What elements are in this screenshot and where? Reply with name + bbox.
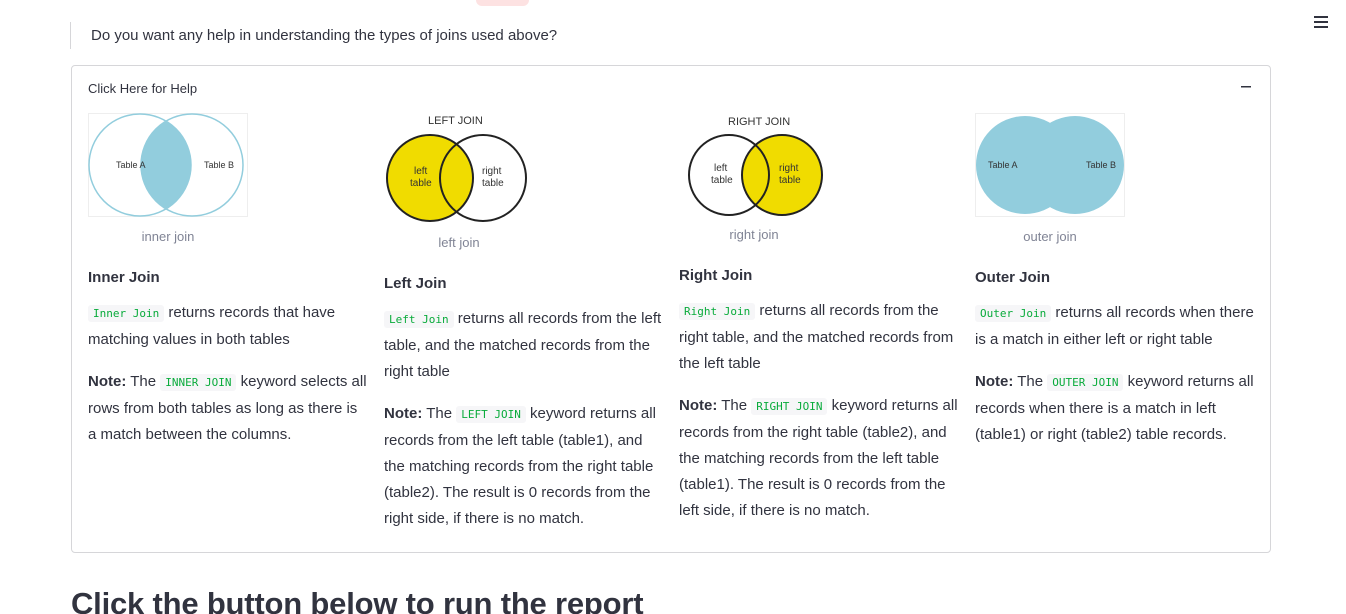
note-text: The — [1013, 373, 1048, 390]
join-title: Outer Join — [975, 269, 1051, 286]
top-decoration-bar — [476, 0, 529, 6]
venn-label-left: table — [711, 175, 733, 186]
image-caption: left join — [438, 235, 480, 250]
venn-label-left: left — [414, 166, 428, 177]
help-expander: Click Here for Help Table A Table B inne… — [71, 65, 1271, 553]
venn-label-right: table — [482, 178, 504, 189]
venn-label-right: table — [779, 175, 801, 186]
inline-code: OUTER JOIN — [1047, 374, 1124, 391]
join-note: Note: The RIGHT JOIN keyword returns all… — [679, 393, 960, 524]
join-description: Outer Join returns all records when ther… — [975, 300, 1256, 353]
note-label: Note: — [679, 397, 718, 414]
venn-label-right: right — [482, 166, 502, 177]
outer-join-venn-image: Table A Table B — [975, 113, 1125, 217]
venn-label-table-b: Table B — [204, 160, 234, 170]
note-label: Note: — [975, 373, 1014, 390]
join-title: Inner Join — [88, 269, 160, 286]
venn-heading: RIGHT JOIN — [728, 116, 790, 128]
inline-code: Left Join — [384, 311, 454, 328]
help-prompt-text: Do you want any help in understanding th… — [70, 22, 557, 49]
join-note: Note: The LEFT JOIN keyword returns all … — [384, 401, 665, 532]
join-note: Note: The INNER JOIN keyword selects all… — [88, 369, 369, 448]
venn-label-left: table — [410, 178, 432, 189]
inner-join-column: Table A Table B inner join Inner Join In… — [88, 113, 369, 448]
join-description: Left Join returns all records from the l… — [384, 306, 665, 385]
venn-label-table-a: Table A — [116, 160, 146, 170]
left-join-venn-image: LEFT JOIN left table right table — [386, 115, 527, 222]
venn-label-left: left — [714, 163, 728, 174]
inline-code: Inner Join — [88, 305, 165, 322]
venn-label-table-a: Table A — [988, 160, 1018, 170]
note-text: keyword returns all records from the lef… — [384, 405, 656, 527]
inline-code: RIGHT JOIN — [751, 398, 828, 415]
inline-code: Outer Join — [975, 305, 1052, 322]
join-title: Left Join — [384, 275, 447, 292]
venn-heading: LEFT JOIN — [428, 115, 483, 127]
inner-join-venn-image: Table A Table B — [88, 113, 248, 217]
inline-code: LEFT JOIN — [456, 406, 526, 423]
right-join-venn-image: RIGHT JOIN left table right table — [688, 116, 823, 216]
image-caption: right join — [729, 227, 779, 242]
note-text: The — [126, 373, 161, 390]
image-caption: outer join — [1023, 229, 1077, 244]
inline-code: Right Join — [679, 303, 756, 320]
outer-join-column: Table A Table B outer join Outer Join Ou… — [975, 113, 1256, 448]
note-text: keyword returns all records from the rig… — [679, 397, 958, 519]
left-join-column: LEFT JOIN left table right table left jo… — [384, 113, 665, 532]
report-section-heading: Click the button below to run the report — [71, 586, 644, 614]
image-caption: inner join — [141, 229, 195, 244]
venn-label-table-b: Table B — [1086, 160, 1116, 170]
note-text: The — [717, 397, 752, 414]
inline-code: INNER JOIN — [160, 374, 237, 391]
join-note: Note: The OUTER JOIN keyword returns all… — [975, 369, 1256, 448]
note-text: The — [422, 405, 457, 422]
note-label: Note: — [88, 373, 127, 390]
minus-icon[interactable] — [1238, 79, 1254, 95]
join-title: Right Join — [679, 267, 753, 284]
hamburger-menu-icon[interactable] — [1310, 12, 1332, 32]
note-label: Note: — [384, 405, 423, 422]
right-join-column: RIGHT JOIN left table right table right … — [679, 113, 960, 524]
join-description: Right Join returns all records from the … — [679, 298, 960, 377]
join-description: Inner Join returns records that have mat… — [88, 300, 369, 353]
venn-label-right: right — [779, 163, 799, 174]
expander-header[interactable]: Click Here for Help — [88, 81, 197, 96]
